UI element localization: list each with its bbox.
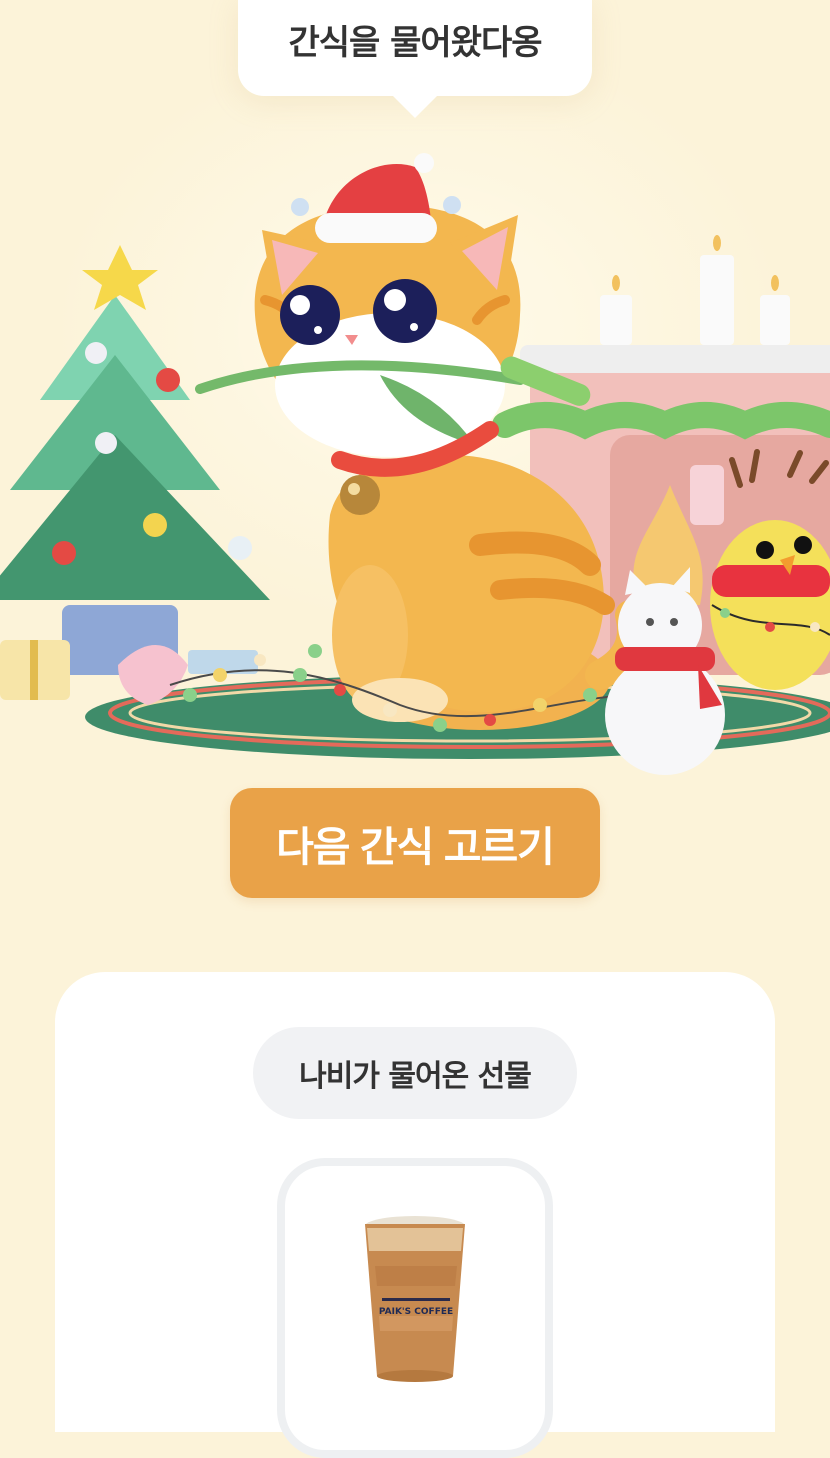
next-snack-button-label: 다음 간식 고르기 (276, 824, 555, 870)
cup-logo-text: PAIK'S COFFEE (379, 1307, 453, 1317)
next-snack-button[interactable]: 다음 간식 고르기 (230, 788, 600, 898)
gift-product-frame[interactable]: PAIK'S COFFEE (277, 1158, 553, 1458)
speech-bubble-tail (391, 94, 439, 118)
gift-title: 나비가 물어온 선물 (299, 1059, 532, 1094)
christmas-tree-illustration (0, 245, 270, 705)
coffee-cup-image: PAIK'S COFFEE (365, 1216, 465, 1382)
speech-bubble: 간식을 물어왔다옹 (238, 0, 592, 118)
gift-card: 나비가 물어온 선물 PAIK'S COFFEE (55, 972, 775, 1458)
speech-bubble-text: 간식을 물어왔다옹 (288, 22, 542, 63)
christmas-cat-illustration (0, 153, 830, 775)
gift-title-pill: 나비가 물어온 선물 (253, 1027, 577, 1119)
